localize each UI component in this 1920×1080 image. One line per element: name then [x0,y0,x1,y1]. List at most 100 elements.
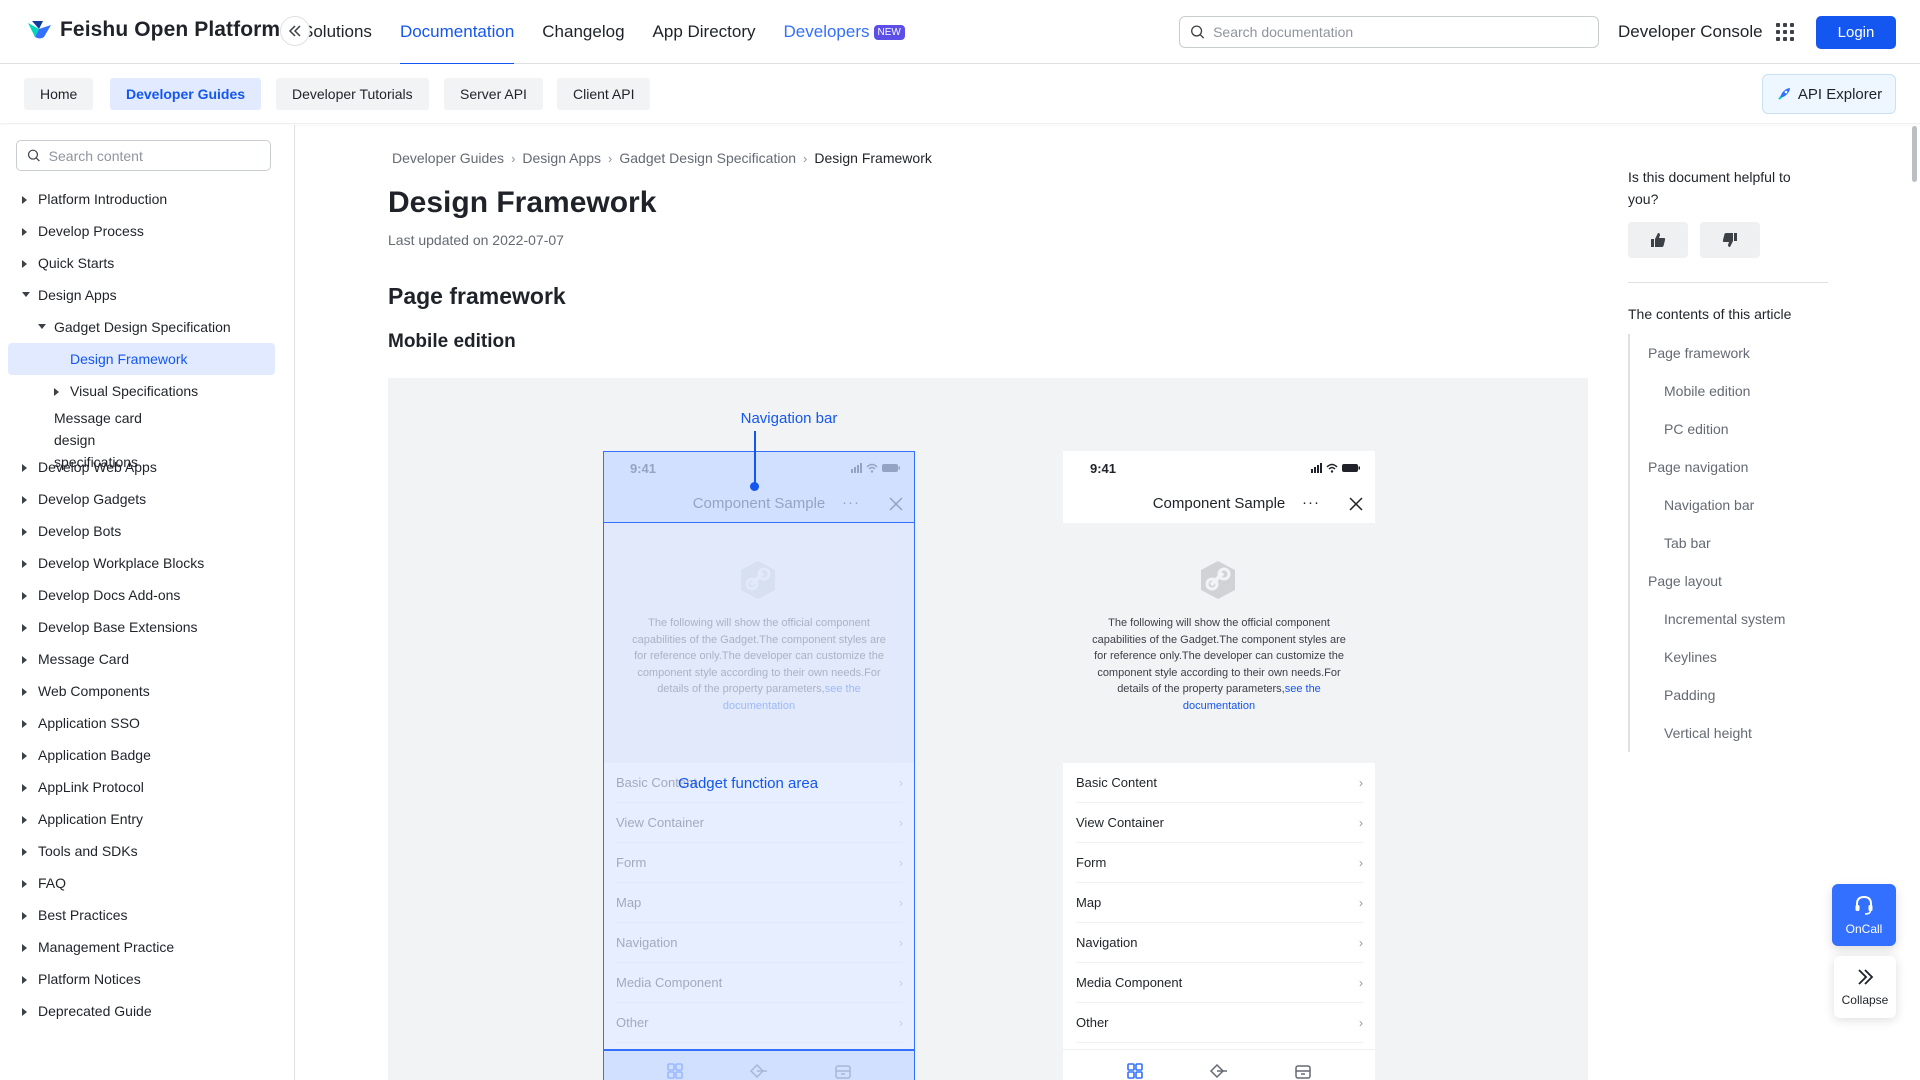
caret-right-icon[interactable] [22,560,27,568]
breadcrumb-item[interactable]: Gadget Design Specification [619,150,796,166]
tab-server-api[interactable]: Server API [444,78,543,110]
page-scrollbar[interactable] [1912,126,1917,182]
list-item[interactable]: Other › [1076,1003,1363,1043]
sidebar-item[interactable]: Management Practice [0,931,295,963]
breadcrumb-item[interactable]: Design Apps [522,150,601,166]
sidebar-item[interactable]: Web Components [0,675,295,707]
grid-tab-icon[interactable] [1126,1062,1144,1080]
tab-home[interactable]: Home [24,78,94,110]
sidebar-item[interactable]: Application Entry [0,803,295,835]
toc-item[interactable]: PC edition [1630,410,1785,448]
tab-client-api[interactable]: Client API [557,78,651,110]
more-icon[interactable]: ··· [1302,494,1320,511]
toc-item[interactable]: Keylines [1630,638,1785,676]
sidebar-item[interactable]: Develop Docs Add-ons [0,579,295,611]
api-explorer-button[interactable]: API Explorer [1762,74,1896,114]
caret-right-icon[interactable] [22,944,27,952]
caret-right-icon[interactable] [22,848,27,856]
caret-right-icon[interactable] [22,656,27,664]
doc-search[interactable] [1179,16,1599,48]
thumbs-up-button[interactable] [1628,222,1688,258]
list-item[interactable]: View Container › [1076,803,1363,843]
toc-item[interactable]: Incremental system [1630,600,1785,638]
caret-right-icon[interactable] [22,592,27,600]
content-search[interactable] [16,140,271,171]
list-item[interactable]: Navigation › [1076,923,1363,963]
sidebar-item[interactable]: Develop Web Apps [0,451,295,483]
breadcrumb-item[interactable]: Developer Guides [392,150,504,166]
caret-right-icon[interactable] [22,464,27,472]
doc-search-input[interactable] [1213,24,1598,40]
apps-grid-icon[interactable] [1776,23,1794,41]
toc-item[interactable]: Page navigation [1630,448,1785,486]
sidebar-item[interactable]: AppLink Protocol [0,771,295,803]
login-button[interactable]: Login [1816,16,1896,49]
sidebar-item[interactable]: Visual Specifications [0,375,295,407]
caret-right-icon[interactable] [22,688,27,696]
sidebar-item[interactable]: Develop Gadgets [0,483,295,515]
sidebar-item[interactable]: Deprecated Guide [0,995,295,1027]
toc-item[interactable]: Vertical height [1630,714,1785,752]
sidebar-item[interactable]: Gadget Design Specification [0,311,295,343]
tab-developer-tutorials[interactable]: Developer Tutorials [276,78,429,110]
caret-right-icon[interactable] [22,528,27,536]
caret-right-icon[interactable] [22,1008,27,1016]
caret-right-icon[interactable] [22,976,27,984]
nav-documentation[interactable]: Documentation [399,0,515,65]
caret-right-icon[interactable] [22,880,27,888]
caret-down-icon[interactable] [22,292,30,297]
caret-right-icon[interactable] [54,388,59,396]
caret-right-icon[interactable] [22,912,27,920]
caret-right-icon[interactable] [22,752,27,760]
brand-logo[interactable]: Feishu Open Platform [26,18,280,42]
oncall-button[interactable]: OnCall [1832,884,1896,946]
sidebar-item[interactable]: Quick Starts [0,247,295,279]
caret-right-icon[interactable] [22,196,27,204]
list-item[interactable]: Basic Content › [1076,763,1363,803]
caret-right-icon[interactable] [22,228,27,236]
nav-changelog[interactable]: Changelog [542,0,624,64]
collapse-button[interactable]: Collapse [1834,956,1896,1018]
sidebar-item[interactable]: Message card design specifications [0,407,295,470]
box-tab-icon[interactable] [1294,1062,1312,1080]
list-item[interactable]: Media Component › [1076,963,1363,1003]
close-icon[interactable] [1349,497,1363,516]
toc-item[interactable]: Page framework [1630,334,1785,372]
caret-down-icon[interactable] [38,324,46,329]
caret-right-icon[interactable] [22,816,27,824]
toc-item[interactable]: Mobile edition [1630,372,1785,410]
nav-app-directory[interactable]: App Directory [653,0,756,64]
caret-right-icon[interactable] [22,624,27,632]
tab-developer-guides[interactable]: Developer Guides [110,78,262,110]
sidebar-item[interactable]: Application SSO [0,707,295,739]
caret-right-icon[interactable] [22,260,27,268]
toc-item[interactable]: Page layout [1630,562,1785,600]
sidebar-item[interactable]: Message Card [0,643,295,675]
sidebar-item[interactable]: Best Practices [0,899,295,931]
collapse-sidebar-button[interactable] [280,16,310,46]
sidebar-item[interactable]: Platform Notices [0,963,295,995]
toc-item[interactable]: Tab bar [1630,524,1785,562]
sidebar-item[interactable]: Tools and SDKs [0,835,295,867]
sidebar-item[interactable]: Design Apps [0,279,295,311]
sidebar-item[interactable]: Design Framework [8,343,275,375]
caret-right-icon[interactable] [22,784,27,792]
toc-item[interactable]: Padding [1630,676,1785,714]
api-tab-icon[interactable] [1209,1062,1229,1080]
caret-right-icon[interactable] [22,720,27,728]
content-search-input[interactable] [48,147,270,164]
sidebar-item[interactable]: FAQ [0,867,295,899]
sidebar-item[interactable]: Platform Introduction [0,183,295,215]
toc-item[interactable]: Navigation bar [1630,486,1785,524]
developer-console-link[interactable]: Developer Console [1618,22,1763,42]
sidebar-item[interactable]: Develop Base Extensions [0,611,295,643]
sidebar-item[interactable]: Application Badge [0,739,295,771]
sidebar-item[interactable]: Develop Process [0,215,295,247]
nav-solutions[interactable]: Solutions [302,0,372,64]
sidebar-item[interactable]: Develop Workplace Blocks [0,547,295,579]
nav-developers[interactable]: Developers NEW [784,0,905,64]
list-item[interactable]: Form › [1076,843,1363,883]
list-item[interactable]: Map › [1076,883,1363,923]
caret-right-icon[interactable] [22,496,27,504]
thumbs-down-button[interactable] [1700,222,1760,258]
